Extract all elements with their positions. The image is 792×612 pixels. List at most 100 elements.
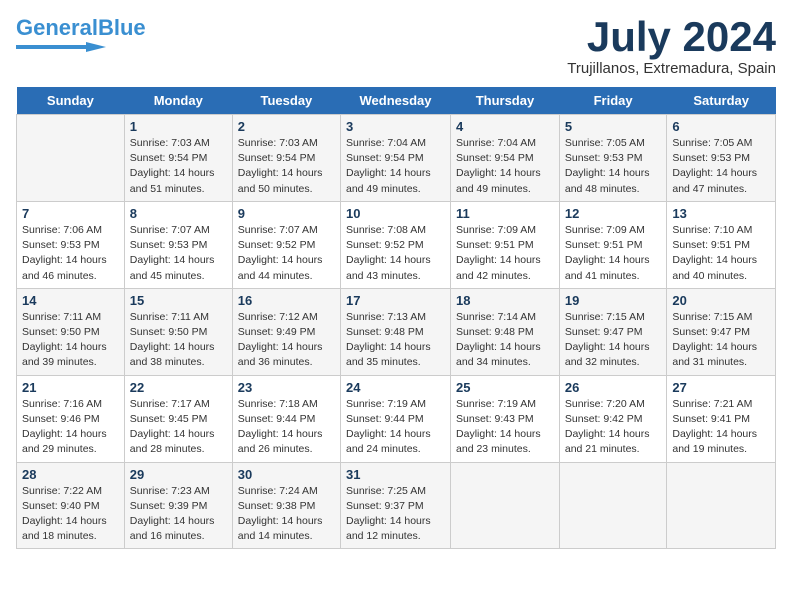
day-info: Sunrise: 7:09 AM Sunset: 9:51 PM Dayligh… <box>456 223 554 284</box>
col-monday: Monday <box>124 87 232 115</box>
day-info: Sunrise: 7:23 AM Sunset: 9:39 PM Dayligh… <box>130 484 227 545</box>
day-number: 6 <box>672 119 770 134</box>
table-row: 12 Sunrise: 7:09 AM Sunset: 9:51 PM Dayli… <box>559 201 667 288</box>
day-info: Sunrise: 7:12 AM Sunset: 9:49 PM Dayligh… <box>238 310 335 371</box>
day-number: 23 <box>238 380 335 395</box>
day-info: Sunrise: 7:19 AM Sunset: 9:43 PM Dayligh… <box>456 397 554 458</box>
table-row: 11 Sunrise: 7:09 AM Sunset: 9:51 PM Dayli… <box>451 201 560 288</box>
day-info: Sunrise: 7:03 AM Sunset: 9:54 PM Dayligh… <box>238 136 335 197</box>
day-number: 7 <box>22 206 119 221</box>
table-row: 17 Sunrise: 7:13 AM Sunset: 9:48 PM Dayli… <box>341 288 451 375</box>
day-info: Sunrise: 7:07 AM Sunset: 9:53 PM Dayligh… <box>130 223 227 284</box>
table-row: 20Sunrise: 7:15 AM Sunset: 9:47 PM Dayli… <box>667 288 776 375</box>
month-year-title: July 2024 <box>567 16 776 58</box>
table-row: 3Sunrise: 7:04 AM Sunset: 9:54 PM Daylig… <box>341 115 451 202</box>
calendar-header-row: Sunday Monday Tuesday Wednesday Thursday… <box>17 87 776 115</box>
day-number: 19 <box>565 293 662 308</box>
col-sunday: Sunday <box>17 87 125 115</box>
table-row: 21 Sunrise: 7:16 AM Sunset: 9:46 PM Dayli… <box>17 375 125 462</box>
day-number: 25 <box>456 380 554 395</box>
table-row: 8 Sunrise: 7:07 AM Sunset: 9:53 PM Daylig… <box>124 201 232 288</box>
day-info: Sunrise: 7:13 AM Sunset: 9:48 PM Dayligh… <box>346 310 445 371</box>
day-info: Sunrise: 7:19 AM Sunset: 9:44 PM Dayligh… <box>346 397 445 458</box>
day-info: Sunrise: 7:09 AM Sunset: 9:51 PM Dayligh… <box>565 223 662 284</box>
col-wednesday: Wednesday <box>341 87 451 115</box>
calendar-week-row: 7 Sunrise: 7:06 AM Sunset: 9:53 PM Daylig… <box>17 201 776 288</box>
day-info: Sunrise: 7:15 AM Sunset: 9:47 PM Dayligh… <box>565 310 662 371</box>
day-info: Sunrise: 7:11 AM Sunset: 9:50 PM Dayligh… <box>22 310 119 371</box>
day-info: Sunrise: 7:16 AM Sunset: 9:46 PM Dayligh… <box>22 397 119 458</box>
table-row: 1 Sunrise: 7:03 AM Sunset: 9:54 PM Daylig… <box>124 115 232 202</box>
day-info: Sunrise: 7:20 AM Sunset: 9:42 PM Dayligh… <box>565 397 662 458</box>
day-info: Sunrise: 7:21 AM Sunset: 9:41 PM Dayligh… <box>672 397 770 458</box>
day-number: 30 <box>238 467 335 482</box>
day-number: 21 <box>22 380 119 395</box>
logo-blue: Blue <box>98 15 146 40</box>
day-info: Sunrise: 7:04 AM Sunset: 9:54 PM Dayligh… <box>346 136 445 197</box>
day-number: 4 <box>456 119 554 134</box>
table-row: 6 Sunrise: 7:05 AM Sunset: 9:53 PM Daylig… <box>667 115 776 202</box>
logo: GeneralBlue <box>16 16 146 54</box>
table-row: 19 Sunrise: 7:15 AM Sunset: 9:47 PM Dayli… <box>559 288 667 375</box>
table-row <box>559 462 667 549</box>
day-info: Sunrise: 7:17 AM Sunset: 9:45 PM Dayligh… <box>130 397 227 458</box>
day-number: 31 <box>346 467 445 482</box>
table-row: 5 Sunrise: 7:05 AM Sunset: 9:53 PM Daylig… <box>559 115 667 202</box>
table-row: 30 Sunrise: 7:24 AM Sunset: 9:38 PM Dayli… <box>232 462 340 549</box>
table-row: 18 Sunrise: 7:14 AM Sunset: 9:48 PM Dayli… <box>451 288 560 375</box>
day-number: 8 <box>130 206 227 221</box>
col-saturday: Saturday <box>667 87 776 115</box>
calendar-week-row: 21 Sunrise: 7:16 AM Sunset: 9:46 PM Dayli… <box>17 375 776 462</box>
day-info: Sunrise: 7:05 AM Sunset: 9:53 PM Dayligh… <box>565 136 662 197</box>
day-info: Sunrise: 7:08 AM Sunset: 9:52 PM Dayligh… <box>346 223 445 284</box>
day-number: 1 <box>130 119 227 134</box>
page-header: GeneralBlue July 2024 Trujillanos, Extre… <box>16 16 776 77</box>
calendar-week-row: 1 Sunrise: 7:03 AM Sunset: 9:54 PM Daylig… <box>17 115 776 202</box>
day-info: Sunrise: 7:06 AM Sunset: 9:53 PM Dayligh… <box>22 223 119 284</box>
day-info: Sunrise: 7:03 AM Sunset: 9:54 PM Dayligh… <box>130 136 227 197</box>
col-thursday: Thursday <box>451 87 560 115</box>
table-row: 4 Sunrise: 7:04 AM Sunset: 9:54 PM Daylig… <box>451 115 560 202</box>
day-number: 11 <box>456 206 554 221</box>
table-row <box>667 462 776 549</box>
day-number: 13 <box>672 206 770 221</box>
table-row: 15Sunrise: 7:11 AM Sunset: 9:50 PM Dayli… <box>124 288 232 375</box>
calendar-week-row: 14 Sunrise: 7:11 AM Sunset: 9:50 PM Dayli… <box>17 288 776 375</box>
day-info: Sunrise: 7:15 AM Sunset: 9:47 PM Dayligh… <box>672 310 770 371</box>
day-number: 26 <box>565 380 662 395</box>
day-number: 29 <box>130 467 227 482</box>
day-info: Sunrise: 7:05 AM Sunset: 9:53 PM Dayligh… <box>672 136 770 197</box>
logo-text: GeneralBlue <box>16 16 146 40</box>
table-row: 31Sunrise: 7:25 AM Sunset: 9:37 PM Dayli… <box>341 462 451 549</box>
day-info: Sunrise: 7:04 AM Sunset: 9:54 PM Dayligh… <box>456 136 554 197</box>
table-row: 22 Sunrise: 7:17 AM Sunset: 9:45 PM Dayli… <box>124 375 232 462</box>
title-block: July 2024 Trujillanos, Extremadura, Spai… <box>567 16 776 77</box>
table-row <box>451 462 560 549</box>
day-info: Sunrise: 7:07 AM Sunset: 9:52 PM Dayligh… <box>238 223 335 284</box>
day-number: 5 <box>565 119 662 134</box>
day-info: Sunrise: 7:24 AM Sunset: 9:38 PM Dayligh… <box>238 484 335 545</box>
day-number: 15 <box>130 293 227 308</box>
day-number: 18 <box>456 293 554 308</box>
table-row: 25 Sunrise: 7:19 AM Sunset: 9:43 PM Dayli… <box>451 375 560 462</box>
day-info: Sunrise: 7:22 AM Sunset: 9:40 PM Dayligh… <box>22 484 119 545</box>
day-number: 17 <box>346 293 445 308</box>
col-friday: Friday <box>559 87 667 115</box>
day-number: 12 <box>565 206 662 221</box>
day-number: 14 <box>22 293 119 308</box>
day-number: 2 <box>238 119 335 134</box>
col-tuesday: Tuesday <box>232 87 340 115</box>
calendar-table: Sunday Monday Tuesday Wednesday Thursday… <box>16 87 776 549</box>
day-info: Sunrise: 7:18 AM Sunset: 9:44 PM Dayligh… <box>238 397 335 458</box>
table-row: 7 Sunrise: 7:06 AM Sunset: 9:53 PM Daylig… <box>17 201 125 288</box>
table-row: 16Sunrise: 7:12 AM Sunset: 9:49 PM Dayli… <box>232 288 340 375</box>
day-info: Sunrise: 7:10 AM Sunset: 9:51 PM Dayligh… <box>672 223 770 284</box>
day-number: 28 <box>22 467 119 482</box>
day-number: 27 <box>672 380 770 395</box>
location-text: Trujillanos, Extremadura, Spain <box>567 60 776 77</box>
day-number: 22 <box>130 380 227 395</box>
table-row: 9 Sunrise: 7:07 AM Sunset: 9:52 PM Daylig… <box>232 201 340 288</box>
table-row: 23 Sunrise: 7:18 AM Sunset: 9:44 PM Dayli… <box>232 375 340 462</box>
day-number: 9 <box>238 206 335 221</box>
day-info: Sunrise: 7:14 AM Sunset: 9:48 PM Dayligh… <box>456 310 554 371</box>
